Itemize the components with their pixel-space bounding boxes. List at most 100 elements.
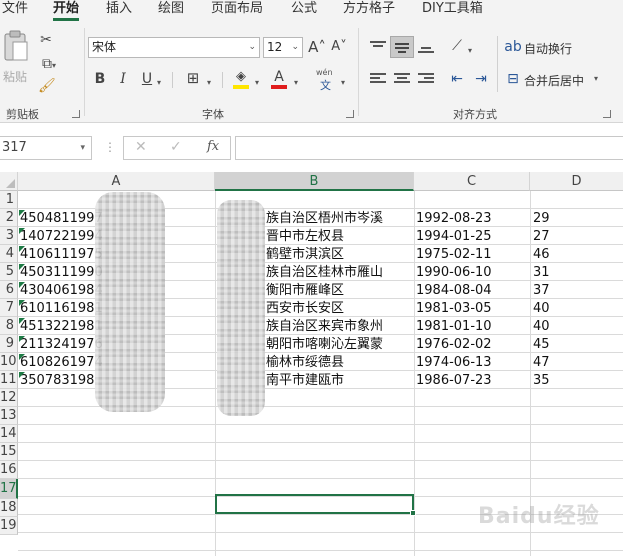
fill-handle[interactable]: [410, 510, 416, 516]
row-header[interactable]: 2: [0, 209, 18, 227]
row-header[interactable]: 10: [0, 353, 18, 371]
row-header[interactable]: 13: [0, 407, 18, 425]
cell-d[interactable]: 45: [533, 336, 621, 354]
cell-b[interactable]: 族自治区来宾市象州: [266, 318, 413, 336]
row-header[interactable]: 6: [0, 281, 18, 299]
wrap-text-button[interactable]: ab 自动换行: [504, 38, 604, 58]
cell-c[interactable]: 1975-02-11: [416, 246, 528, 264]
merge-center-button[interactable]: ⊟ 合并后居中 ▾: [504, 71, 604, 91]
select-all-corner[interactable]: [0, 172, 18, 191]
tab-file[interactable]: 文件: [2, 0, 28, 20]
error-indicator-icon[interactable]: [19, 372, 25, 378]
cell-b[interactable]: 鹤壁市淇滨区: [266, 246, 413, 264]
italic-button[interactable]: I: [118, 71, 128, 87]
chevron-down-icon[interactable]: ▾: [207, 75, 211, 91]
row-header[interactable]: 18: [0, 499, 18, 517]
cell-b[interactable]: 南平市建瓯市: [266, 372, 413, 390]
insert-function-button[interactable]: fx: [207, 139, 219, 154]
cell-d[interactable]: 47: [533, 354, 621, 372]
column-header-c[interactable]: C: [414, 172, 530, 191]
cell-c[interactable]: 1986-07-23: [416, 372, 528, 390]
cell-d[interactable]: 35: [533, 372, 621, 390]
cancel-icon[interactable]: ✕: [135, 139, 147, 155]
grow-font-button[interactable]: A˄: [308, 39, 326, 55]
row-header[interactable]: 8: [0, 317, 18, 335]
row-header[interactable]: 16: [0, 461, 18, 479]
cell-b[interactable]: 朝阳市喀喇沁左翼蒙: [266, 336, 413, 354]
cell-b[interactable]: 衡阳市雁峰区: [266, 282, 413, 300]
tab-formulas[interactable]: 公式: [291, 0, 317, 20]
tab-diy-toolbox[interactable]: DIY工具箱: [422, 0, 483, 20]
shrink-font-button[interactable]: A˅: [330, 39, 348, 55]
row-header[interactable]: 9: [0, 335, 18, 353]
cell-c[interactable]: 1994-01-25: [416, 228, 528, 246]
cell-c[interactable]: 1976-02-02: [416, 336, 528, 354]
active-cell-selection[interactable]: [215, 494, 414, 514]
cell-b[interactable]: 族自治区梧州市岑溪: [266, 210, 413, 228]
align-top-icon[interactable]: [370, 40, 386, 54]
cell-c[interactable]: 1981-03-05: [416, 300, 528, 318]
error-indicator-icon[interactable]: [19, 318, 25, 324]
row-header[interactable]: 1: [0, 191, 18, 209]
row-header-selected[interactable]: 17: [0, 479, 18, 499]
chevron-down-icon[interactable]: ▾: [255, 75, 259, 91]
cell-d[interactable]: 31: [533, 264, 621, 282]
align-right-icon[interactable]: [418, 72, 434, 86]
confirm-icon[interactable]: ✓: [170, 139, 182, 155]
font-name-combo[interactable]: 宋体 ⌄: [88, 37, 260, 58]
cell-c[interactable]: 1990-06-10: [416, 264, 528, 282]
row-header[interactable]: 12: [0, 389, 18, 407]
cell-d[interactable]: 29: [533, 210, 621, 228]
cell-b[interactable]: 族自治区桂林市雁山: [266, 264, 413, 282]
error-indicator-icon[interactable]: [19, 210, 25, 216]
chevron-down-icon[interactable]: ▾: [294, 75, 298, 91]
cell-d[interactable]: 40: [533, 318, 621, 336]
error-indicator-icon[interactable]: [19, 282, 25, 288]
fill-color-button[interactable]: ◈: [232, 68, 250, 90]
cut-icon[interactable]: ✂: [38, 32, 54, 48]
row-header[interactable]: 7: [0, 299, 18, 317]
column-header-b[interactable]: B: [215, 172, 414, 191]
cell-d[interactable]: 27: [533, 228, 621, 246]
orientation-icon[interactable]: ⟋: [449, 38, 465, 54]
copy-icon[interactable]: ⧉▾: [38, 56, 60, 74]
paste-button[interactable]: 粘贴: [2, 28, 30, 88]
formula-input[interactable]: [235, 136, 623, 160]
decrease-indent-icon[interactable]: ⇤: [448, 71, 466, 87]
align-left-icon[interactable]: [370, 72, 386, 86]
alignment-launcher-icon[interactable]: [603, 110, 611, 118]
format-painter-icon[interactable]: 🖌: [38, 78, 56, 94]
align-bottom-icon[interactable]: [418, 40, 434, 54]
tab-home[interactable]: 开始: [53, 0, 80, 21]
error-indicator-icon[interactable]: [19, 264, 25, 270]
row-header[interactable]: 14: [0, 425, 18, 443]
chevron-down-icon[interactable]: ▾: [157, 75, 161, 91]
font-launcher-icon[interactable]: [346, 110, 354, 118]
cell-c[interactable]: 1981-01-10: [416, 318, 528, 336]
cell-c[interactable]: 1974-06-13: [416, 354, 528, 372]
error-indicator-icon[interactable]: [19, 228, 25, 234]
tab-fangfang-gezi[interactable]: 方方格子: [343, 0, 395, 20]
cell-c[interactable]: 1984-08-04: [416, 282, 528, 300]
font-color-button[interactable]: A: [270, 68, 288, 90]
tab-insert[interactable]: 插入: [106, 0, 132, 20]
error-indicator-icon[interactable]: [19, 336, 25, 342]
error-indicator-icon[interactable]: [19, 246, 25, 252]
borders-icon[interactable]: ⊞: [185, 70, 201, 86]
clipboard-launcher-icon[interactable]: [72, 110, 80, 118]
drag-handle-icon[interactable]: ⋮: [104, 140, 116, 154]
align-center-icon[interactable]: [394, 72, 410, 86]
cell-b[interactable]: 榆林市绥德县: [266, 354, 413, 372]
error-indicator-icon[interactable]: [19, 300, 25, 306]
row-header[interactable]: 4: [0, 245, 18, 263]
name-box[interactable]: 317 ▾: [0, 136, 92, 160]
font-size-combo[interactable]: 12 ⌄: [263, 37, 303, 58]
cell-d[interactable]: 40: [533, 300, 621, 318]
row-header[interactable]: 5: [0, 263, 18, 281]
cell-c[interactable]: 1992-08-23: [416, 210, 528, 228]
cell-d[interactable]: 46: [533, 246, 621, 264]
align-middle-icon[interactable]: [390, 36, 414, 58]
column-header-d[interactable]: D: [530, 172, 623, 191]
row-header[interactable]: 19: [0, 517, 18, 535]
row-header[interactable]: 11: [0, 371, 18, 389]
